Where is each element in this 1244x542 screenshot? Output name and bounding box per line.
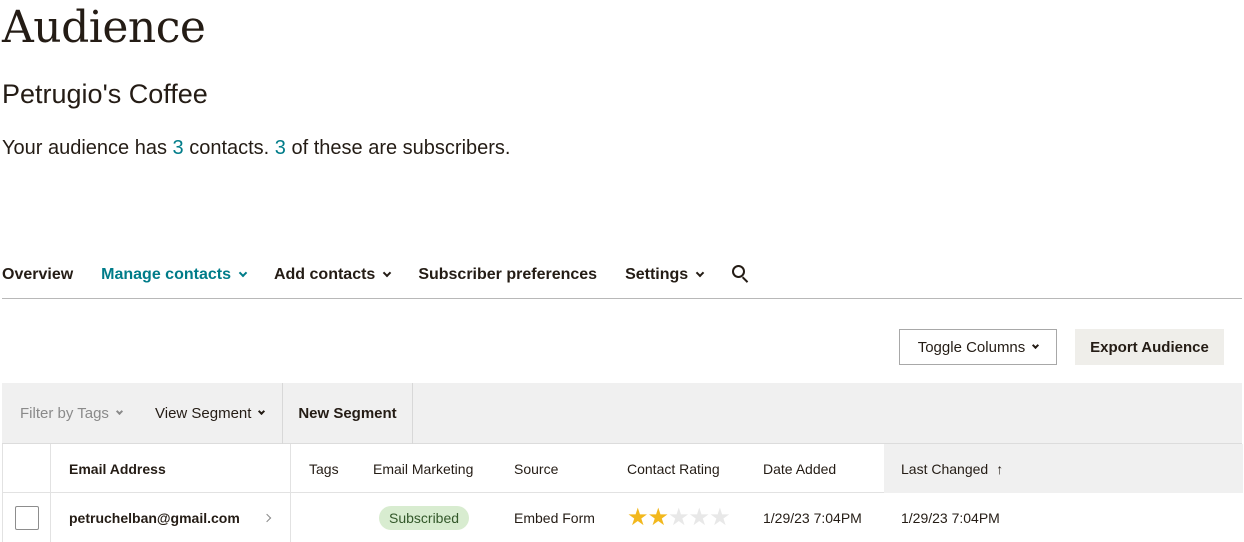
export-audience-button[interactable]: Export Audience (1075, 329, 1224, 365)
tab-subscriber-preferences-label: Subscriber preferences (418, 266, 598, 283)
view-segment-dropdown[interactable]: View Segment (155, 383, 266, 444)
chevron-down-icon (258, 407, 266, 416)
search-icon[interactable] (731, 264, 751, 284)
audience-nav: Overview Manage contacts Add contacts Su… (2, 256, 1242, 299)
contact-last-changed: 1/29/23 7:04PM (901, 509, 1000, 526)
column-header-email-marketing[interactable]: Email Marketing (373, 444, 473, 493)
new-segment-button[interactable]: New Segment (282, 383, 413, 444)
column-header-contact-rating[interactable]: Contact Rating (627, 444, 720, 493)
toggle-columns-label: Toggle Columns (917, 338, 1026, 356)
tab-settings-label: Settings (625, 266, 689, 283)
column-header-date-added[interactable]: Date Added (763, 444, 836, 493)
summary-suffix: of these are subscribers. (285, 137, 511, 159)
star-empty-icon: ★ (688, 503, 711, 531)
contact-email[interactable]: petruchelban@gmail.com (69, 493, 240, 542)
tab-manage-contacts-label: Manage contacts (101, 266, 231, 283)
chevron-down-icon (1032, 341, 1040, 349)
column-header-tags[interactable]: Tags (309, 444, 339, 493)
contact-date-added: 1/29/23 7:04PM (763, 509, 862, 526)
tab-manage-contacts[interactable]: Manage contacts (101, 256, 248, 284)
audience-summary: Your audience has 3 contacts. 3 of these… (2, 137, 510, 160)
tab-overview[interactable]: Overview (2, 256, 73, 284)
page-title: Audience (2, 2, 206, 53)
sort-ascending-icon: ↑ (996, 460, 1004, 477)
column-header-last-changed[interactable]: Last Changed ↑ (901, 444, 1003, 493)
tab-add-contacts[interactable]: Add contacts (273, 256, 392, 284)
column-header-last-changed-label: Last Changed (901, 460, 989, 477)
email-marketing-status: Subscribed (379, 493, 470, 542)
table-row[interactable]: petruchelban@gmail.com Subscribed Embed … (2, 493, 1242, 542)
star-filled-icon: ★ (647, 503, 670, 531)
contact-rating: ★ ★ ★ ★ ★ (627, 493, 731, 542)
star-empty-icon: ★ (668, 503, 690, 531)
tab-subscriber-preferences[interactable]: Subscriber preferences (418, 256, 597, 284)
table-header: Email Address Tags Email Marketing Sourc… (2, 444, 1243, 493)
filter-by-tags-dropdown[interactable]: Filter by Tags (20, 383, 123, 444)
chevron-down-icon (115, 407, 123, 416)
filter-by-tags-label: Filter by Tags (20, 405, 109, 422)
filter-bar: Filter by Tags View Segment New Segment (2, 383, 1242, 444)
star-empty-icon: ★ (709, 503, 731, 531)
chevron-down-icon (383, 268, 392, 278)
chevron-down-icon (238, 268, 248, 278)
new-segment-label: New Segment (298, 405, 397, 422)
toggle-columns-button[interactable]: Toggle Columns (899, 329, 1057, 365)
subscribers-count: 3 (274, 137, 286, 159)
column-header-email[interactable]: Email Address (69, 444, 166, 493)
tab-settings[interactable]: Settings (625, 256, 705, 284)
chevron-down-icon (695, 268, 705, 278)
summary-prefix: Your audience has (2, 137, 173, 159)
row-select-checkbox[interactable] (15, 506, 39, 530)
column-header-source[interactable]: Source (514, 444, 558, 493)
view-segment-label: View Segment (155, 405, 252, 422)
tab-add-contacts-label: Add contacts (273, 266, 376, 283)
chevron-right-icon[interactable] (262, 513, 272, 523)
audience-name: Petrugio's Coffee (2, 79, 208, 109)
star-filled-icon: ★ (627, 503, 649, 531)
contacts-count: 3 (172, 137, 184, 159)
tab-overview-label: Overview (2, 266, 74, 283)
contact-source: Embed Form (514, 509, 595, 526)
summary-middle: contacts. (183, 137, 275, 159)
export-audience-label: Export Audience (1090, 338, 1209, 356)
status-badge: Subscribed (379, 505, 470, 530)
